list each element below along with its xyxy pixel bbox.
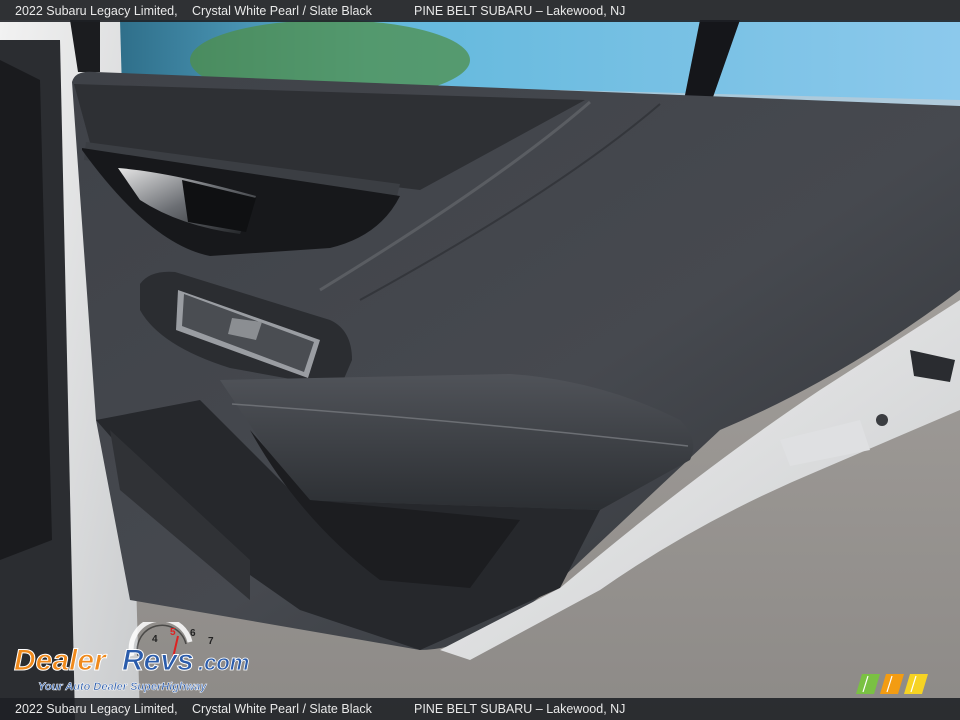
photo-viewer: 2022 Subaru Legacy Limited, Crystal Whit…	[0, 0, 960, 720]
caption-color-bottom: Crystal White Pearl / Slate Black	[192, 702, 372, 716]
svg-text:.com: .com	[198, 650, 249, 675]
caption-model: 2022 Subaru Legacy Limited,	[15, 4, 178, 18]
dealerrevs-logo: 4 5 6 7 Dealer Revs .com Your Auto Deale…	[14, 622, 250, 693]
stripe-badge-icon	[856, 674, 928, 694]
caption-dealer-bottom: PINE BELT SUBARU – Lakewood, NJ	[414, 702, 626, 716]
door-panel-photo	[0, 0, 960, 720]
svg-text:7: 7	[208, 636, 214, 647]
svg-text:5: 5	[170, 627, 176, 638]
caption-model-bottom: 2022 Subaru Legacy Limited,	[15, 702, 178, 716]
caption-dealer: PINE BELT SUBARU – Lakewood, NJ	[414, 4, 626, 18]
svg-text:Dealer: Dealer	[14, 644, 108, 677]
caption-bar-top: 2022 Subaru Legacy Limited, Crystal Whit…	[0, 0, 960, 22]
caption-color: Crystal White Pearl / Slate Black	[192, 4, 372, 18]
svg-text:6: 6	[190, 628, 196, 639]
svg-text:Your Auto Dealer SuperHighway: Your Auto Dealer SuperHighway	[38, 681, 207, 693]
svg-text:Revs: Revs	[122, 644, 194, 677]
caption-bar-bottom: 2022 Subaru Legacy Limited, Crystal Whit…	[0, 698, 960, 720]
